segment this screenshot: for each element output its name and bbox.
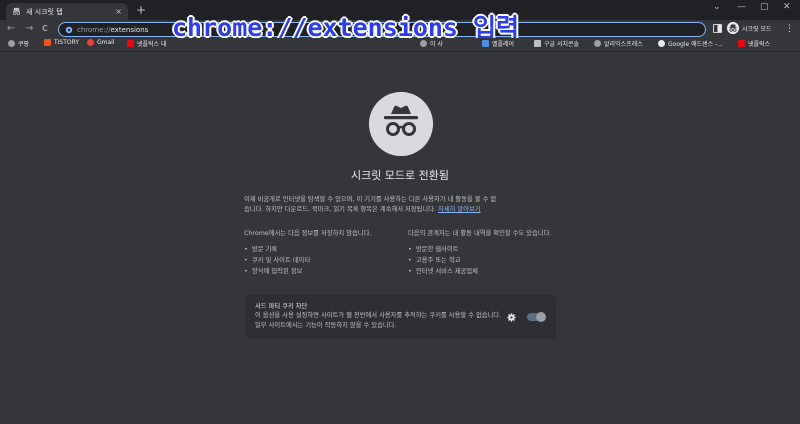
learn-more-link[interactable]: 자세히 알아보기 bbox=[438, 206, 481, 213]
globe-icon bbox=[594, 40, 601, 47]
globe-icon bbox=[420, 40, 427, 47]
back-button[interactable]: ← bbox=[7, 22, 15, 36]
minimize-button[interactable]: — bbox=[737, 2, 746, 12]
bookmark-item[interactable]: 구글 서치콘솔 bbox=[534, 39, 579, 48]
page-title: 시크릿 모드로 전환됨 bbox=[350, 169, 450, 182]
incognito-hat-glasses-icon bbox=[369, 92, 433, 156]
bookmark-label: TISTORY bbox=[54, 39, 80, 46]
bookmark-item[interactable]: 멜플레이 bbox=[482, 39, 514, 48]
url-scheme: chrome:// bbox=[77, 25, 111, 34]
bookmark-label: 구글 서치콘솔 bbox=[544, 41, 580, 48]
tab-incognito[interactable]: 새 시크릿 탭 × bbox=[6, 3, 128, 20]
menu-icon[interactable]: ⋮ bbox=[785, 22, 794, 36]
bookmark-item[interactable]: 넷플릭스 대 bbox=[127, 39, 167, 48]
incognito-icon bbox=[12, 7, 21, 16]
incognito-page: 시크릿 모드로 전환됨 이제 비공개로 인터넷을 탐색할 수 있으며, 이 기기… bbox=[0, 53, 800, 424]
not-saved-title: Chrome에서는 다음 정보를 저장하지 않습니다. bbox=[244, 230, 372, 237]
tab-search-dropdown-icon[interactable]: ⌄ bbox=[713, 2, 721, 12]
list-item: 방문 기록 bbox=[244, 244, 394, 255]
bookmark-label: 이 사 bbox=[430, 41, 443, 48]
reload-button[interactable]: C bbox=[42, 22, 48, 36]
bookmark-label: 알리익스프레스 bbox=[604, 41, 643, 48]
gear-icon[interactable] bbox=[507, 313, 516, 322]
bookmark-label: 쿠팡 bbox=[18, 41, 30, 48]
list-item: 양식에 입력된 정보 bbox=[244, 266, 394, 277]
block-cookies-toggle[interactable] bbox=[527, 312, 546, 322]
bookmark-label: Gmail bbox=[97, 39, 115, 46]
toggle-knob bbox=[536, 312, 546, 322]
list-item: 방문한 웹사이트 bbox=[408, 244, 558, 255]
tab-title: 새 시크릿 탭 bbox=[26, 7, 63, 16]
bookmark-item[interactable]: Gmail bbox=[87, 39, 115, 46]
profile-label: 시크릿 모드 bbox=[742, 25, 772, 33]
may-see-title: 다음의 관계자는 내 활동 내역을 확인할 수도 있습니다. bbox=[408, 230, 552, 237]
netflix-icon bbox=[127, 40, 134, 47]
bookmarks-bar: 쿠팡 TISTORY Gmail 넷플릭스 대 이 사 멜플레이 구글 서치콘솔… bbox=[0, 38, 800, 52]
cookie-card-title: 서드 파티 쿠키 차단 bbox=[255, 303, 308, 310]
new-tab-button[interactable]: + bbox=[136, 3, 146, 17]
console-icon bbox=[534, 40, 541, 47]
bookmark-label: 넷플릭스 bbox=[748, 41, 771, 48]
google-icon bbox=[658, 40, 665, 47]
chrome-page-icon bbox=[65, 26, 73, 33]
bookmark-item[interactable]: 넷플릭스 bbox=[738, 39, 770, 48]
netflix-icon bbox=[738, 40, 745, 47]
globe-icon bbox=[8, 40, 15, 47]
intro-text: 이제 비공개로 인터넷을 탐색할 수 있으며, 이 기기를 사용하는 다른 사용… bbox=[244, 195, 556, 215]
bookmark-item[interactable]: 알리익스프레스 bbox=[594, 39, 643, 48]
incognito-avatar-icon bbox=[727, 22, 739, 34]
bookmark-item[interactable]: 쿠팡 bbox=[8, 39, 29, 48]
play-icon bbox=[482, 40, 489, 47]
incognito-profile-button[interactable]: 시크릿 모드 bbox=[727, 22, 772, 34]
bookmark-item[interactable]: TISTORY bbox=[44, 39, 79, 46]
not-saved-column: Chrome에서는 다음 정보를 저장하지 않습니다. 방문 기록 쿠키 및 사… bbox=[244, 229, 394, 277]
tistory-icon bbox=[44, 39, 51, 46]
gmail-icon bbox=[87, 39, 94, 46]
cookie-card-description: 이 옵션을 사용 설정하면 사이트가 웹 전반에서 사용자를 추적하는 쿠키를 … bbox=[255, 312, 502, 329]
close-window-button[interactable]: ✕ bbox=[783, 2, 791, 12]
url-host: extensions bbox=[110, 25, 149, 34]
bookmark-label: Google 애드센스 -... bbox=[668, 41, 723, 48]
third-party-cookie-card: 서드 파티 쿠키 차단 이 옵션을 사용 설정하면 사이트가 웹 전반에서 사용… bbox=[245, 295, 556, 339]
side-panel-icon[interactable] bbox=[713, 24, 722, 33]
may-see-column: 다음의 관계자는 내 활동 내역을 확인할 수도 있습니다. 방문한 웹사이트 … bbox=[408, 229, 558, 277]
intro-line: 이제 비공개로 인터넷을 탐색할 수 있으며, 이 기기를 사용하는 다른 사용… bbox=[244, 196, 497, 203]
intro-line: 습니다. 하지만 다운로드, 북마크, 읽기 목록 항목은 계속해서 저장됩니다… bbox=[244, 206, 437, 213]
list-item: 인터넷 서비스 제공업체 bbox=[408, 266, 558, 277]
maximize-button[interactable]: ▢ bbox=[760, 2, 769, 12]
bookmark-item[interactable]: Google 애드센스 -... bbox=[658, 39, 723, 48]
bookmark-item[interactable]: 이 사 bbox=[420, 39, 443, 48]
tab-close-icon[interactable]: × bbox=[115, 7, 122, 16]
bookmark-label: 멜플레이 bbox=[492, 41, 515, 48]
list-item: 고용주 또는 학교 bbox=[408, 255, 558, 266]
forward-button[interactable]: → bbox=[25, 22, 33, 36]
list-item: 쿠키 및 사이트 데이터 bbox=[244, 255, 394, 266]
bookmark-label: 넷플릭스 대 bbox=[137, 41, 167, 48]
